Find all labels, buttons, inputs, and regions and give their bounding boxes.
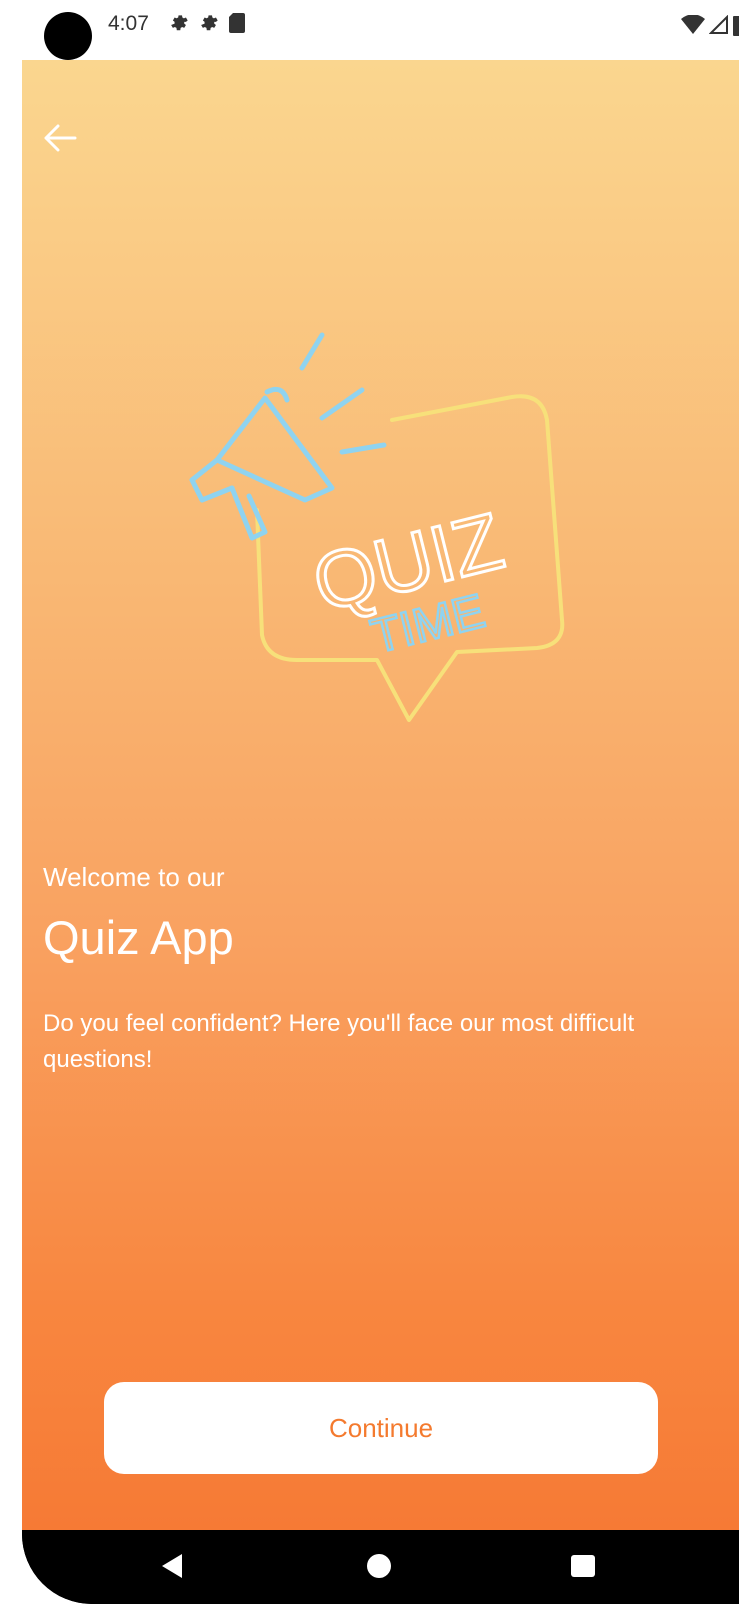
arrow-left-icon [44, 124, 77, 152]
quiz-time-illustration: QUIZ TIME [189, 332, 565, 722]
status-icons-left [168, 12, 246, 34]
status-bar: 4:07 [22, 0, 739, 60]
sound-lines [299, 332, 387, 455]
welcome-text: Welcome to our [43, 862, 225, 892]
back-button[interactable] [38, 116, 82, 160]
continue-button[interactable]: Continue [104, 1382, 658, 1474]
sd-card-icon [229, 13, 245, 33]
navigation-bar [22, 1530, 739, 1604]
nav-back-icon[interactable] [160, 1552, 184, 1580]
nav-recents-icon[interactable] [571, 1555, 595, 1577]
description-text: Do you feel confident? Here you'll face … [43, 1010, 635, 1073]
device-frame: 4:07 QUIZ TIME Welcome to our Quiz App D… [22, 0, 739, 1604]
nav-home-icon[interactable] [367, 1554, 391, 1578]
signal-icon [709, 15, 728, 34]
battery-icon [733, 16, 739, 36]
front-camera [44, 12, 92, 60]
gear-icon [201, 15, 218, 31]
app-title: Quiz App [43, 911, 234, 964]
gear-icon [171, 15, 188, 31]
status-time: 4:07 [108, 12, 149, 35]
megaphone-icon [189, 386, 335, 541]
wifi-icon [681, 15, 705, 34]
status-icons-right [681, 14, 739, 36]
welcome-screen: QUIZ TIME Welcome to our Quiz App Do you… [22, 60, 739, 1530]
